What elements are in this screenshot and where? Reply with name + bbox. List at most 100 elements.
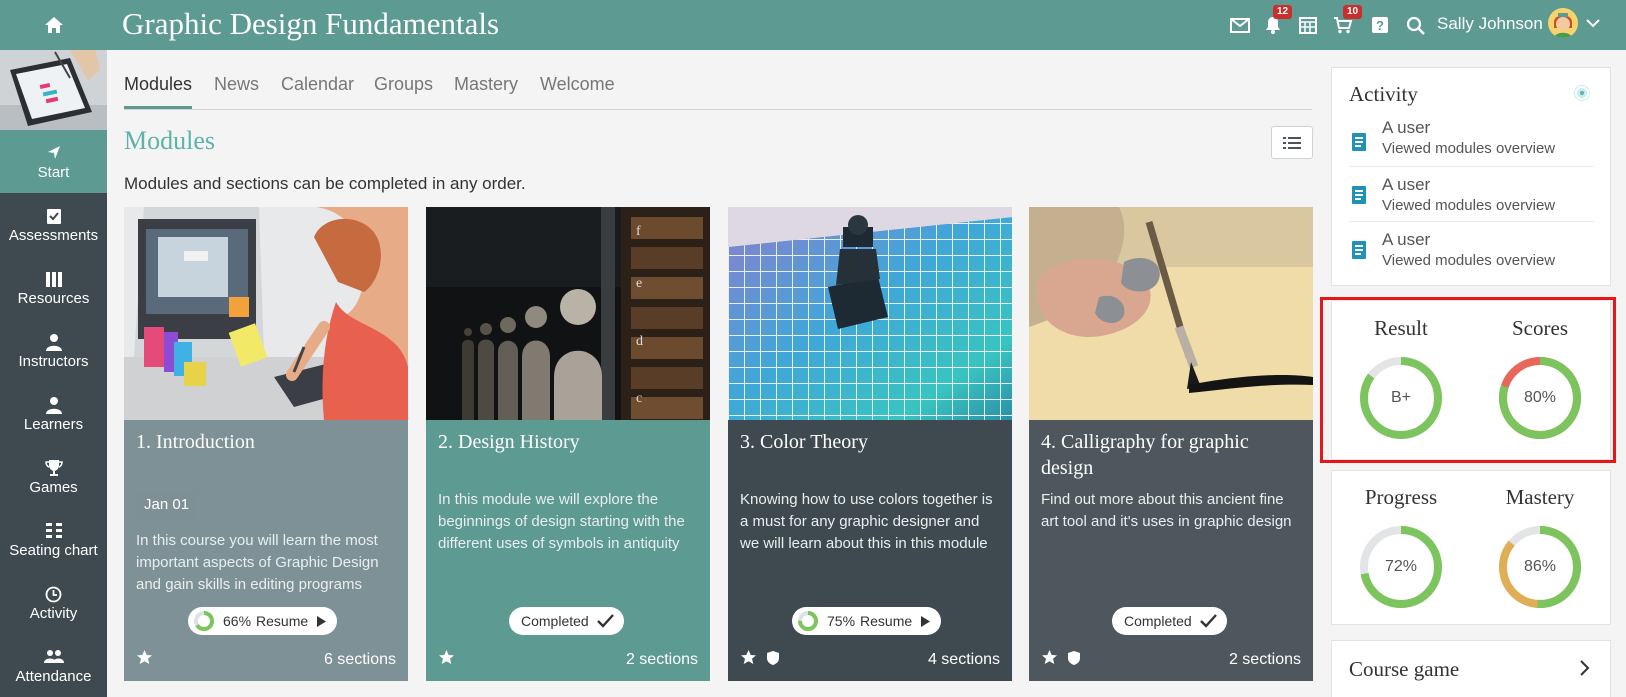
sidebar-item-games[interactable]: Games [0, 445, 107, 508]
module-title: 2. Design History [438, 431, 580, 453]
clipboard-check-icon [46, 209, 61, 224]
course-game-panel[interactable]: Course game [1331, 640, 1611, 697]
cart-button[interactable]: 10 [1331, 5, 1363, 37]
module-image [728, 207, 1012, 420]
module-card-design-history[interactable]: f e d c 2. Design History In this module… [426, 207, 710, 681]
svg-text:?: ? [1376, 18, 1384, 33]
help-icon: ? [1372, 17, 1388, 33]
module-description: In this module we will explore the begin… [438, 491, 685, 552]
sidebar-item-learners[interactable]: Learners [0, 382, 107, 445]
module-title: 4. Calligraphy for graphic design [1041, 431, 1249, 479]
designer-at-computer-image [124, 207, 408, 420]
highlight-box [1320, 297, 1616, 463]
activity-item[interactable]: A user Viewed modules overview [1349, 116, 1594, 170]
navigation-arrow-icon [47, 146, 60, 159]
activity-panel: Activity A user Viewed modules overview … [1331, 67, 1611, 286]
seating-chart-icon [45, 523, 62, 538]
progress-ring-icon [798, 611, 818, 631]
help-button[interactable]: ? [1368, 13, 1392, 37]
home-button[interactable] [0, 0, 107, 50]
notifications-button[interactable]: 12 [1261, 5, 1293, 37]
course-title: Graphic Design Fundamentals [122, 6, 500, 41]
user-name[interactable]: Sally Johnson [1437, 14, 1543, 34]
sidebar-item-label: Seating chart [9, 542, 98, 559]
page-title: Modules [124, 126, 215, 155]
module-sections-count: 2 sections [1228, 651, 1301, 668]
sidebar-item-activity[interactable]: Activity [0, 571, 107, 634]
top-bar: Graphic Design Fundamentals 12 10 ? Sall… [0, 0, 1626, 50]
progress-ring-icon [194, 611, 214, 631]
resume-button[interactable]: 66% Resume [188, 607, 338, 635]
modules-description: Modules and sections can be completed in… [124, 174, 526, 193]
star-icon[interactable] [438, 649, 455, 666]
calendar-icon [1299, 17, 1317, 34]
chevron-down-icon [1586, 19, 1600, 28]
tab-groups[interactable]: Groups [374, 74, 433, 95]
envelope-icon [1230, 17, 1250, 33]
list-view-button[interactable] [1271, 126, 1313, 159]
messages-button[interactable] [1228, 13, 1252, 37]
sidebar-item-label: Attendance [15, 668, 92, 685]
library-busts-image: f e d c [426, 207, 710, 420]
resume-label: Resume [256, 613, 309, 629]
tab-modules[interactable]: Modules [124, 74, 192, 95]
module-title: 1. Introduction [136, 431, 255, 453]
completed-badge: Completed [509, 607, 624, 635]
user-menu-toggle[interactable] [1585, 13, 1601, 38]
sidebar-item-label: Start [37, 164, 70, 181]
sidebar-item-start[interactable]: Start [0, 130, 107, 193]
activity-item[interactable]: A user Viewed modules overview [1349, 166, 1594, 220]
book-icon [1352, 186, 1366, 204]
mastery-value: 86% [1523, 558, 1557, 575]
checkmark-icon [596, 614, 614, 628]
resume-label: Resume [860, 613, 913, 629]
star-icon[interactable] [1041, 649, 1058, 666]
play-icon [921, 615, 931, 627]
module-card-calligraphy[interactable]: 4. Calligraphy for graphic design Find o… [1029, 207, 1313, 681]
sidebar-item-assessments[interactable]: Assessments [0, 193, 107, 256]
sidebar-item-seating-chart[interactable]: Seating chart [0, 508, 107, 571]
module-sections-count: 4 sections [927, 651, 1000, 668]
book-icon [1352, 241, 1366, 259]
svg-text:d: d [636, 334, 643, 349]
play-icon [317, 615, 327, 627]
sidebar-item-instructors[interactable]: Instructors [0, 319, 107, 382]
shield-icon [1068, 651, 1081, 665]
sidebar: Start Assessments Resources Instructors … [0, 50, 107, 697]
notifications-badge: 12 [1273, 5, 1293, 19]
activity-action: Viewed modules overview [1382, 252, 1556, 269]
activity-item[interactable]: A user Viewed modules overview [1349, 221, 1594, 275]
activity-user: A user [1382, 118, 1431, 137]
star-icon[interactable] [740, 649, 757, 666]
color-swatch-loupe-image [728, 207, 1012, 420]
checkmark-icon [1199, 614, 1217, 628]
sidebar-item-label: Instructors [18, 353, 89, 370]
sidebar-item-resources[interactable]: Resources [0, 256, 107, 319]
calendar-button[interactable] [1296, 13, 1320, 37]
resume-button[interactable]: 75% Resume [792, 607, 942, 635]
progress-gauge[interactable]: 72% [1358, 524, 1444, 610]
activity-user: A user [1382, 230, 1431, 249]
progress-percent: 66% [223, 613, 252, 629]
sidebar-item-label: Resources [17, 290, 90, 307]
tab-news[interactable]: News [214, 74, 259, 95]
mastery-gauge[interactable]: 86% [1497, 524, 1583, 610]
search-button[interactable] [1403, 13, 1427, 37]
star-icon[interactable] [136, 649, 153, 666]
module-image [124, 207, 408, 420]
svg-text:c: c [636, 391, 642, 406]
module-card-color-theory[interactable]: 3. Color Theory Knowing how to use color… [728, 207, 1012, 681]
module-image: f e d c [426, 207, 710, 420]
shield-icon [767, 651, 780, 665]
tab-mastery[interactable]: Mastery [454, 74, 518, 95]
activity-title: Activity [1349, 82, 1418, 106]
tab-welcome[interactable]: Welcome [540, 74, 615, 95]
progress-label: Progress [1364, 485, 1438, 509]
module-card-introduction[interactable]: 1. Introduction Jan 01 In this course yo… [124, 207, 408, 681]
clock-icon [45, 586, 62, 602]
avatar[interactable] [1548, 8, 1578, 38]
sidebar-item-attendance[interactable]: Attendance [0, 634, 107, 697]
module-sections-count: 2 sections [625, 651, 698, 668]
tab-calendar[interactable]: Calendar [281, 74, 354, 95]
sidebar-item-label: Games [29, 479, 78, 496]
